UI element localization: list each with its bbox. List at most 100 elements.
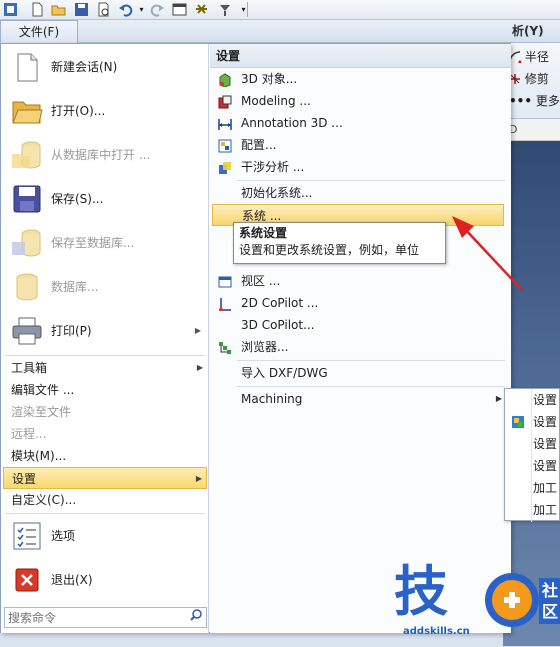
settings-item-modeling[interactable]: Modeling ... xyxy=(212,90,504,112)
menu-item-edit-file[interactable]: 编辑文件 ... xyxy=(3,379,207,401)
menu-item-open-from-database[interactable]: 从数据库中打开 ... xyxy=(3,134,207,176)
qat-divider xyxy=(247,2,248,17)
menu-item-label: 打印(P) xyxy=(51,324,92,338)
configuration-icon xyxy=(218,138,232,153)
menu-item-label: 视区 ... xyxy=(241,274,281,288)
menu-item-database[interactable]: 数据库... xyxy=(3,266,207,308)
tools-icon[interactable] xyxy=(194,2,209,17)
submenu-arrow-icon: ▶ xyxy=(495,394,502,403)
menu-item-new-session[interactable]: 新建会话(N) xyxy=(3,46,207,88)
trim-label: 修剪 xyxy=(524,72,549,86)
menu-item-label: 自定义(C)... xyxy=(11,493,77,507)
flyout-item[interactable]: 设置 xyxy=(533,411,557,433)
print-preview-icon[interactable] xyxy=(96,2,111,17)
tooltip-body: 设置和更改系统设置，例如，单位 xyxy=(239,243,420,257)
trim-button[interactable]: 修剪 xyxy=(509,69,549,89)
tab-analysis[interactable]: 析(Y) xyxy=(509,20,560,43)
settings-submenu-header: 设置 xyxy=(210,44,511,68)
flyout-icon-gutter xyxy=(531,389,532,522)
database-icon xyxy=(11,272,43,302)
menu-item-label: 模块(M)... xyxy=(11,449,67,463)
submenu-arrow-icon: ▶ xyxy=(195,474,202,483)
menu-item-render-to-file[interactable]: 渲染至文件 xyxy=(3,401,207,423)
radius-button[interactable]: 半径 xyxy=(509,47,549,67)
menu-item-label: 干涉分析 ... xyxy=(241,160,305,174)
options-icon xyxy=(11,521,43,551)
undo-icon[interactable] xyxy=(118,2,133,17)
flyout-item[interactable]: 加工 xyxy=(533,499,557,521)
settings-item-3d-copilot[interactable]: 3D CoPilot... xyxy=(212,314,504,336)
3d-object-icon xyxy=(218,72,232,88)
menu-item-label: 渲染至文件 xyxy=(11,405,72,419)
machining-settings-icon xyxy=(511,415,525,429)
machining-flyout-menu: 设置 设置 设置 设置 加工 加工 xyxy=(504,388,560,522)
menu-item-exit[interactable]: 退出(X) xyxy=(3,559,207,601)
database-save-icon xyxy=(11,228,43,258)
flyout-item[interactable]: 设置 xyxy=(533,389,557,411)
tab-file[interactable]: 文件(F) xyxy=(0,20,78,43)
exit-icon xyxy=(11,565,43,595)
flyout-item[interactable]: 设置 xyxy=(533,433,557,455)
menu-item-toolbox[interactable]: 工具箱 ▶ xyxy=(3,357,207,379)
menu-item-print[interactable]: 打印(P) ▶ xyxy=(3,310,207,352)
settings-item-interference-analysis[interactable]: 干涉分析 ... xyxy=(212,156,504,178)
menu-item-label: 设置 xyxy=(12,472,37,486)
more-label: 更多 xyxy=(535,94,560,108)
menu-item-label: 导入 DXF/DWG xyxy=(241,366,328,380)
menu-item-open[interactable]: 打开(O)... xyxy=(3,90,207,132)
search-icon[interactable] xyxy=(190,609,202,624)
command-search-input[interactable] xyxy=(5,608,180,627)
menu-item-label: 浏览器... xyxy=(241,340,289,354)
menu-item-label: 工具箱 xyxy=(11,361,48,375)
flyout-item[interactable]: 加工 xyxy=(533,477,557,499)
menu-item-modules[interactable]: 模块(M)... xyxy=(3,445,207,467)
customize-icon[interactable] xyxy=(218,2,233,17)
settings-item-browser[interactable]: 浏览器... xyxy=(212,336,504,358)
undo-dropdown-icon[interactable]: ▾ xyxy=(134,2,149,17)
submenu-arrow-icon: ▶ xyxy=(196,363,203,372)
menu-separator xyxy=(237,386,505,387)
qat-dropdown-icon[interactable]: ▾ xyxy=(236,2,251,17)
ribbon-panel-fragment: 半径 修剪 ••• 更多 xyxy=(503,43,560,119)
menu-separator xyxy=(5,513,205,514)
open-icon[interactable] xyxy=(51,2,66,17)
settings-item-3d-objects[interactable]: 3D 对象... xyxy=(212,68,504,90)
ribbon-tab-row: 文件(F) 析(Y) xyxy=(0,20,560,43)
menu-item-label: 打开(O)... xyxy=(51,104,106,118)
settings-item-machining[interactable]: Machining ▶ xyxy=(212,388,504,410)
menu-item-remote[interactable]: 远程... xyxy=(3,423,207,445)
menu-item-label: 2D CoPilot ... xyxy=(241,296,319,310)
new-session-icon xyxy=(11,52,43,82)
more-dots-icon: ••• xyxy=(509,94,533,108)
settings-item-annotation-3d[interactable]: Annotation 3D ... xyxy=(212,112,504,134)
menu-item-options[interactable]: 选项 xyxy=(3,515,207,557)
settings-item-initialize-system[interactable]: 初始化系统... xyxy=(212,182,504,204)
copilot-2d-icon xyxy=(218,296,232,312)
watermark-badge: 社区 xyxy=(541,581,558,621)
new-icon[interactable] xyxy=(30,2,45,17)
menu-item-save-to-database[interactable]: 保存至数据库... xyxy=(3,222,207,264)
more-button[interactable]: ••• 更多 xyxy=(509,91,560,111)
menu-item-save[interactable]: 保存(S)... xyxy=(3,178,207,220)
save-icon xyxy=(11,184,43,214)
watermark-char: 技 xyxy=(394,560,448,623)
menu-item-customize[interactable]: 自定义(C)... xyxy=(3,489,207,511)
menu-item-label: 退出(X) xyxy=(51,573,93,587)
redo-icon[interactable] xyxy=(150,2,165,17)
menu-item-label: Machining xyxy=(241,392,303,406)
menu-item-label: 选项 xyxy=(51,529,76,543)
menu-item-label: 数据库... xyxy=(51,280,99,294)
menu-item-label: 从数据库中打开 ... xyxy=(51,148,151,162)
menu-item-label: Annotation 3D ... xyxy=(241,116,343,130)
menu-item-label: 新建会话(N) xyxy=(51,60,118,74)
menu-item-label: 3D CoPilot... xyxy=(241,318,315,332)
application-menu-left-column: 新建会话(N) 打开(O)... 从数据库中打开 ... 保存(S)... 保存… xyxy=(1,44,209,633)
flyout-item[interactable]: 设置 xyxy=(533,455,557,477)
app-icon[interactable] xyxy=(3,2,18,17)
application-menu: 新建会话(N) 打开(O)... 从数据库中打开 ... 保存(S)... 保存… xyxy=(0,43,511,633)
window-icon[interactable] xyxy=(172,2,187,17)
save-icon[interactable] xyxy=(74,2,89,17)
settings-item-import-dxf-dwg[interactable]: 导入 DXF/DWG xyxy=(212,362,504,384)
settings-item-configuration[interactable]: 配置... xyxy=(212,134,504,156)
menu-item-settings[interactable]: 设置 ▶ xyxy=(3,467,207,489)
